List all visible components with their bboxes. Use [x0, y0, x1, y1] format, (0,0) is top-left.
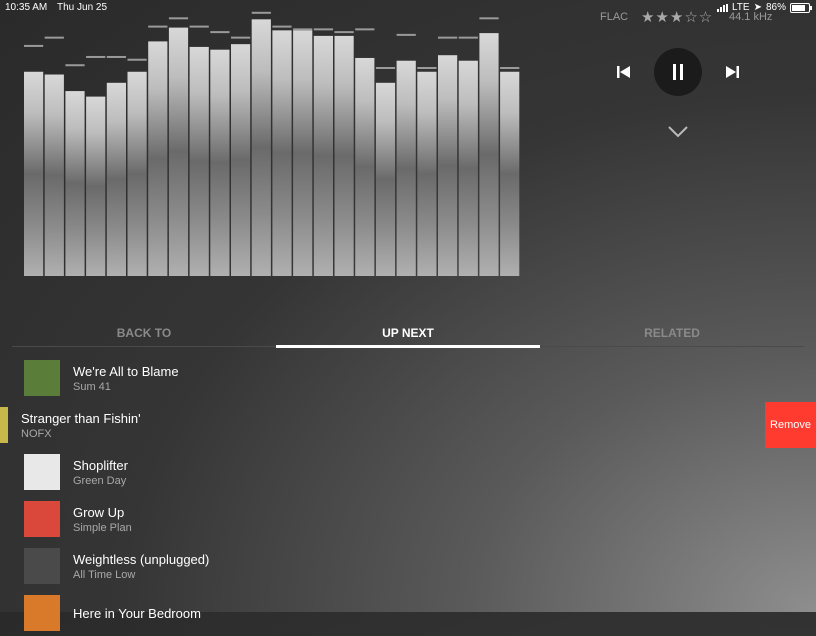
sample-rate: 44.1 kHz: [729, 11, 773, 23]
visualizer-peak: [148, 25, 168, 28]
list-item[interactable]: Weightless (unplugged) All Time Low: [24, 543, 209, 589]
visualizer-bar: [127, 71, 147, 276]
track-title: We're All to Blame: [73, 363, 179, 379]
track-title: Shoplifter: [73, 457, 128, 473]
visualizer-peak: [168, 17, 189, 20]
visualizer-bar: [44, 74, 64, 277]
visualizer-peak: [106, 55, 126, 58]
visualizer-peak: [375, 67, 396, 69]
visualizer-bar: [106, 82, 126, 276]
visualizer-peak: [189, 25, 209, 28]
visualizer-peak: [334, 31, 354, 34]
visualizer-bar: [334, 35, 354, 276]
chevron-down-icon: [668, 126, 688, 138]
list-item[interactable]: Here in Your Bedroom: [24, 590, 201, 636]
collapse-button[interactable]: [668, 125, 688, 138]
visualizer-bar: [500, 71, 520, 276]
audio-format: FLAC: [600, 11, 629, 23]
visualizer-bar: [231, 44, 251, 276]
visualizer-peak: [313, 28, 333, 31]
tab-up-next[interactable]: UP NEXT: [276, 316, 540, 348]
visualizer-bar: [355, 57, 375, 277]
visualizer-bar: [86, 96, 106, 276]
visualizer-peak: [65, 64, 85, 67]
visualizer-peak: [86, 55, 106, 58]
visualizer-bar: [438, 55, 458, 277]
list-item[interactable]: We're All to Blame Sum 41: [24, 355, 179, 401]
spectrum-visualizer: [24, 11, 520, 277]
visualizer-bar: [148, 41, 168, 277]
list-item[interactable]: Stranger than Fishin' NOFX: [0, 402, 141, 448]
visualizer-peak: [210, 31, 230, 34]
album-art: [0, 407, 8, 443]
tab-back-to[interactable]: BACK TO: [12, 316, 276, 346]
remove-button[interactable]: Remove: [765, 402, 816, 448]
track-artist: Simple Plan: [73, 521, 132, 534]
pause-icon: [671, 64, 685, 80]
visualizer-bar: [24, 71, 44, 276]
album-art: [24, 595, 60, 631]
queue-tabs: BACK TO UP NEXT RELATED: [12, 316, 804, 348]
track-artist: Green Day: [73, 474, 127, 487]
visualizer-bar: [417, 71, 437, 276]
visualizer-bar: [458, 60, 478, 276]
visualizer-peak: [293, 28, 313, 31]
track-artist: Sum 41: [73, 380, 111, 393]
track-title: Stranger than Fishin': [21, 410, 141, 426]
tab-related[interactable]: RELATED: [540, 316, 804, 346]
pause-button[interactable]: [654, 48, 702, 96]
battery-icon: [790, 2, 812, 13]
album-art: [24, 501, 60, 537]
list-item[interactable]: Grow Up Simple Plan: [24, 496, 132, 542]
visualizer-peak: [438, 36, 458, 39]
track-title: Grow Up: [73, 504, 125, 520]
track-title: Weightless (unplugged): [73, 551, 210, 567]
visualizer-peak: [479, 17, 499, 20]
album-art: [24, 548, 60, 584]
visualizer-peak: [417, 67, 437, 69]
visualizer-peak: [458, 36, 478, 39]
visualizer-peak: [44, 36, 64, 39]
visualizer-bar: [65, 91, 85, 276]
cell-signal-icon: [716, 3, 728, 12]
album-art: [24, 360, 60, 396]
visualizer-peak: [127, 58, 147, 61]
track-artist: All Time Low: [73, 568, 136, 581]
visualizer-peak: [355, 28, 375, 31]
visualizer-bar: [396, 60, 416, 276]
visualizer-bar: [313, 35, 333, 276]
skip-back-icon: [617, 66, 630, 78]
visualizer-peak: [272, 25, 292, 28]
visualizer-peak: [231, 36, 251, 39]
visualizer-peak: [251, 11, 271, 14]
previous-button[interactable]: [617, 65, 631, 79]
list-item[interactable]: Shoplifter Green Day: [24, 449, 128, 495]
next-button[interactable]: [725, 65, 739, 79]
track-title: Here in Your Bedroom: [73, 605, 201, 621]
album-art: [24, 454, 60, 490]
skip-forward-icon: [726, 66, 739, 78]
visualizer-bar: [293, 30, 313, 276]
visualizer-bar: [210, 49, 230, 277]
visualizer-bar: [251, 19, 271, 276]
visualizer-peak: [24, 44, 44, 47]
visualizer-bar: [272, 30, 292, 276]
visualizer-peak: [396, 33, 416, 36]
visualizer-bar: [479, 33, 499, 277]
visualizer-peak: [500, 67, 520, 69]
visualizer-bar: [375, 82, 396, 276]
track-artist: NOFX: [21, 427, 52, 440]
visualizer-bar: [168, 27, 189, 276]
rating-stars[interactable]: ★★★☆☆: [641, 8, 713, 26]
visualizer-bar: [189, 46, 209, 276]
